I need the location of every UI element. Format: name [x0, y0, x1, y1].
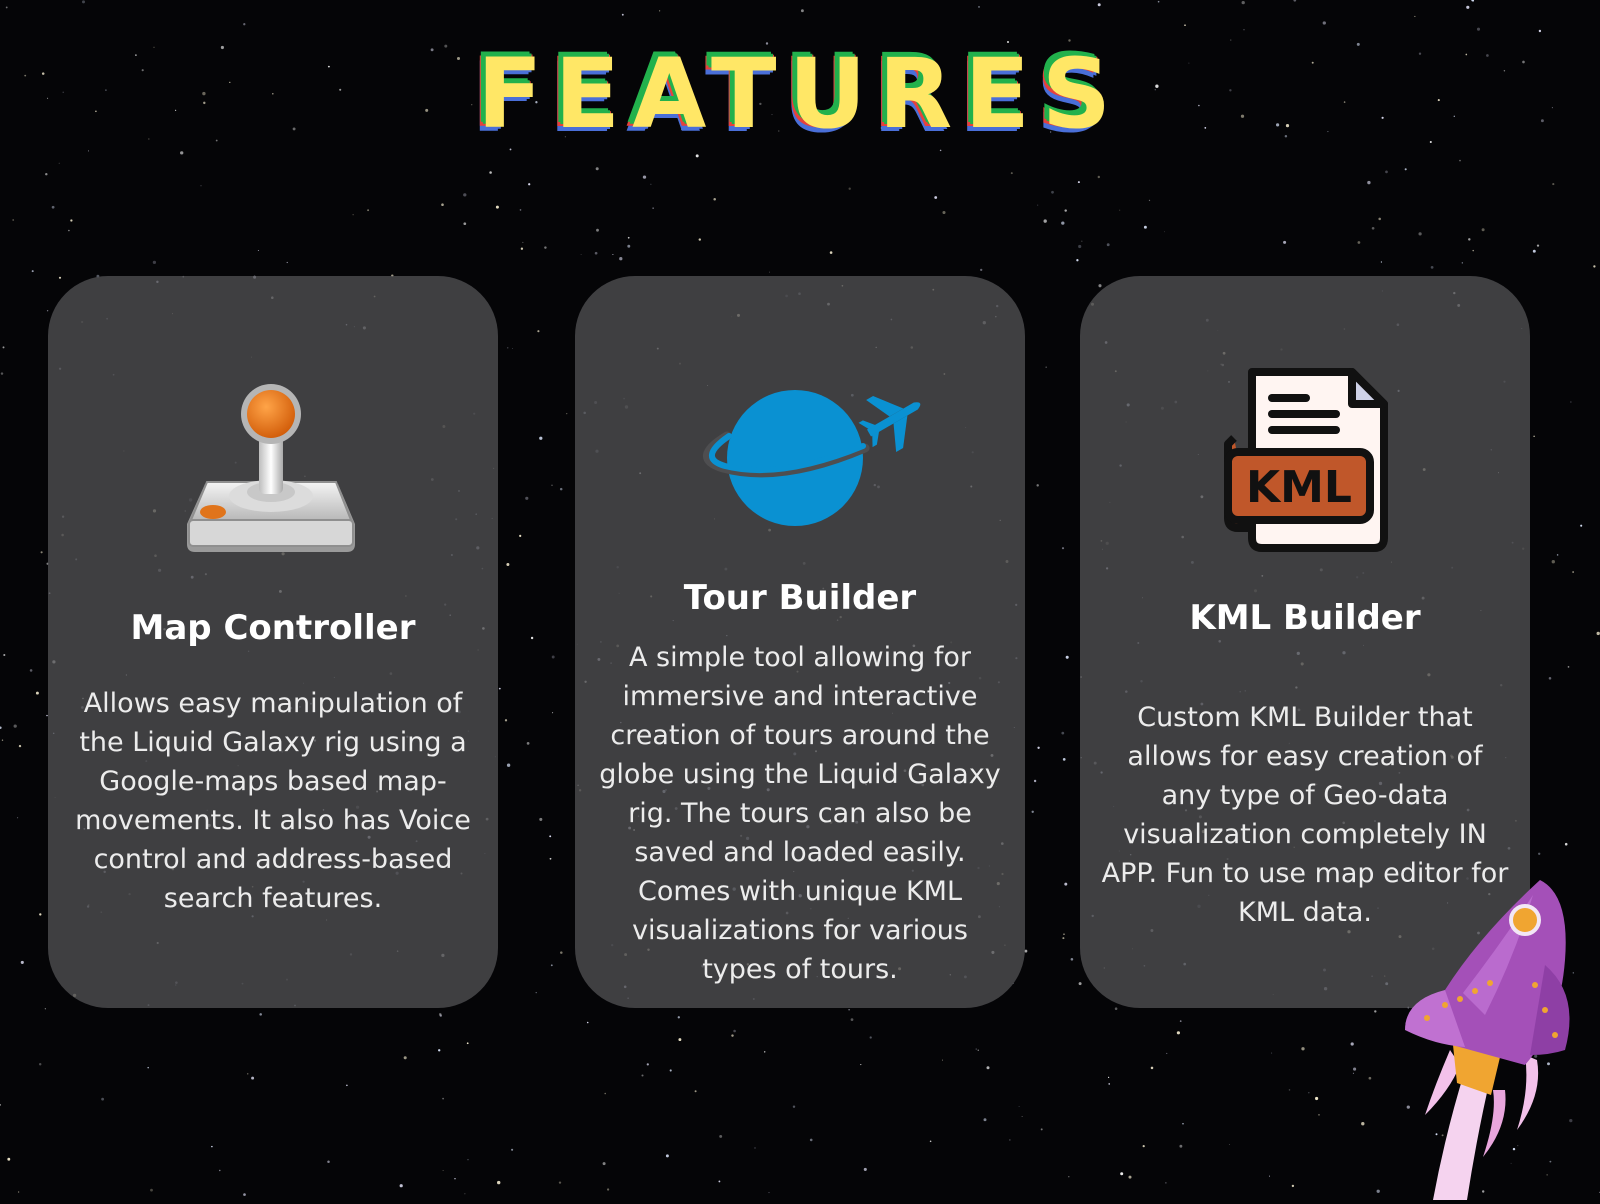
- kml-file-icon: KML: [1218, 368, 1388, 558]
- card-title: KML Builder: [1189, 598, 1421, 638]
- page-title: FEATURES: [476, 38, 1124, 150]
- card-description: Allows easy manipulation of the Liquid G…: [75, 688, 471, 914]
- rocket-icon: [1405, 875, 1585, 1204]
- kml-badge-label: KML: [1246, 462, 1352, 513]
- card-title: Tour Builder: [683, 578, 917, 618]
- card-description: A simple tool allowing for immersive and…: [599, 642, 1001, 985]
- feature-card-tour-builder: Tour Builder A simple tool allowing for …: [575, 276, 1025, 1008]
- feature-card-map-controller: Map Controller Allows easy manipulation …: [48, 276, 498, 1008]
- joystick-icon: [183, 384, 363, 568]
- card-title: Map Controller: [130, 608, 416, 648]
- globe-plane-icon: [695, 388, 935, 532]
